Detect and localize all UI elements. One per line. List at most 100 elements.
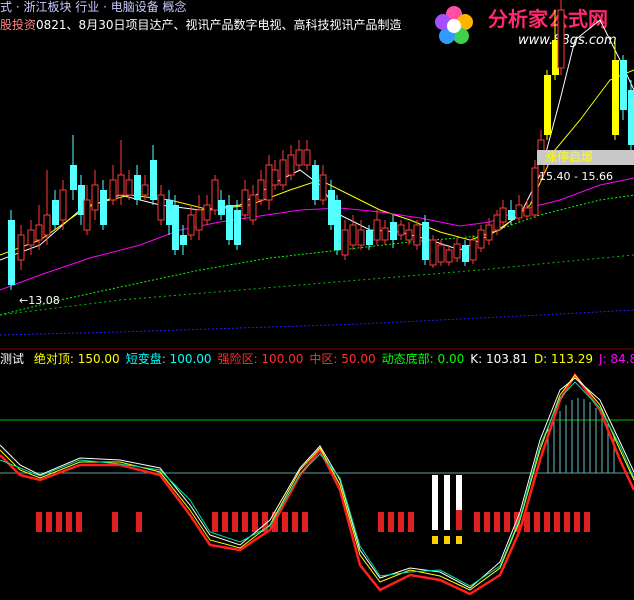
candle-body: [43, 214, 51, 236]
candle-body: [493, 214, 501, 231]
candle-body: [499, 207, 507, 223]
spike-base: [444, 536, 450, 544]
signal-bar: [36, 512, 42, 532]
signal-bar: [408, 512, 414, 532]
candle-body: [413, 224, 421, 246]
candle-body: [357, 229, 365, 246]
candle-body: [226, 205, 233, 240]
signal-bar: [282, 512, 288, 532]
signal-bar: [252, 512, 258, 532]
indicator-chart[interactable]: [0, 350, 634, 600]
candle-body: [52, 200, 59, 225]
signal-bar: [544, 512, 550, 532]
candle-body: [515, 204, 523, 219]
candle-body: [422, 222, 429, 260]
candle-body: [287, 154, 295, 176]
spike-bar: [432, 475, 438, 530]
candle-body: [59, 189, 67, 221]
signal-bar: [232, 512, 238, 532]
signal-bar: [292, 512, 298, 532]
candle-body: [257, 179, 265, 201]
candle-body: [234, 210, 241, 245]
signal-bar: [76, 512, 82, 532]
candle-body: [150, 160, 157, 200]
osc-line-red: [0, 372, 634, 596]
candle-body: [134, 175, 141, 200]
signal-bar: [46, 512, 52, 532]
signal-bar: [136, 512, 142, 532]
candle-body: [445, 249, 453, 263]
candle-body: [334, 200, 341, 250]
candle-body: [628, 90, 634, 145]
spike-bar: [444, 475, 450, 530]
candle-body: [437, 244, 445, 263]
candle-body: [218, 200, 225, 215]
candle-body: [70, 165, 77, 190]
signal-bar: [494, 512, 500, 532]
candle-body: [166, 200, 173, 225]
candle-body: [390, 222, 397, 240]
candle-body: [349, 224, 357, 246]
ma-line-darkgreen: [0, 254, 634, 316]
candle-body: [203, 204, 211, 221]
candle-body: [485, 224, 493, 241]
candle-body: [531, 167, 539, 216]
candle-body: [381, 227, 389, 241]
candle-body: [312, 165, 319, 200]
candle-body: [328, 190, 335, 225]
signal-bar: [56, 512, 62, 532]
candle-body: [469, 239, 477, 261]
candle-body: [172, 205, 179, 250]
candle-body: [117, 174, 125, 196]
candle-body: [620, 60, 627, 110]
signal-bar: [584, 512, 590, 532]
signal-bar: [112, 512, 118, 532]
signal-bar: [388, 512, 394, 532]
candle-body: [508, 210, 515, 220]
candle-body: [429, 239, 437, 266]
candle-body: [109, 179, 117, 201]
signal-bar: [504, 512, 510, 532]
osc-line-white: [0, 377, 634, 589]
candle-body: [295, 149, 303, 166]
signal-bar: [554, 512, 560, 532]
candle-body: [100, 190, 107, 225]
signal-bar: [66, 512, 72, 532]
ma-line-blue: [0, 309, 634, 336]
candle-body: [91, 184, 99, 211]
candle-body: [35, 224, 43, 241]
candle-body: [366, 230, 373, 245]
candle-body: [265, 164, 273, 201]
spike-base: [432, 536, 438, 544]
candle-body: [8, 220, 15, 285]
signal-bar: [564, 512, 570, 532]
spike-top: [456, 510, 462, 530]
candle-body: [249, 194, 257, 221]
candle-body: [83, 199, 91, 231]
candle-body: [187, 214, 195, 236]
signal-bar: [534, 512, 540, 532]
candle-body: [141, 184, 149, 196]
signal-bar: [302, 512, 308, 532]
candle-body: [319, 174, 327, 201]
signal-bar: [398, 512, 404, 532]
osc-line-yellow: [0, 374, 634, 591]
candle-body: [211, 179, 219, 211]
signal-bar: [474, 512, 480, 532]
signal-bar: [574, 512, 580, 532]
candle-body: [157, 194, 165, 221]
candle-body: [27, 229, 35, 246]
candle-body: [557, 9, 565, 69]
signal-bar: [484, 512, 490, 532]
candle-body: [523, 207, 531, 217]
spike-base: [456, 536, 462, 544]
signal-bar: [242, 512, 248, 532]
candle-body: [125, 179, 133, 196]
candle-body: [544, 75, 551, 135]
signal-bar: [222, 512, 228, 532]
limit-up-tag: 涨停启爆: [537, 150, 634, 165]
candle-body: [195, 209, 203, 231]
candle-body: [405, 229, 413, 241]
candle-body: [303, 149, 311, 166]
limit-up-tag-label: 涨停启爆: [545, 150, 594, 164]
